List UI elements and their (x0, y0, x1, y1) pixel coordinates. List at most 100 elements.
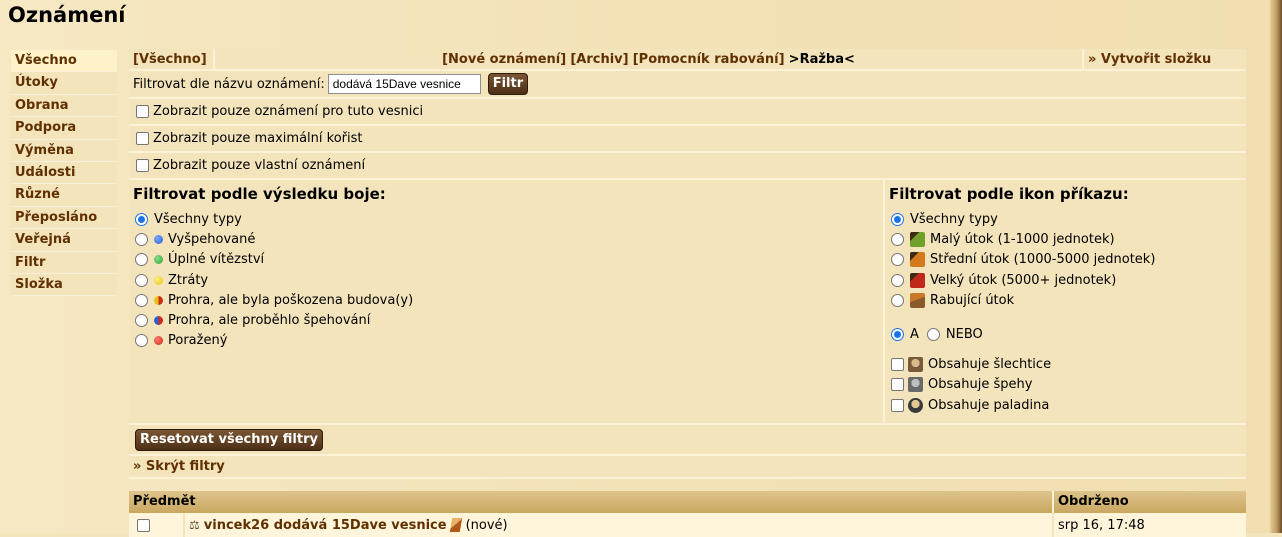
menu-item-events[interactable]: Události (11, 161, 117, 185)
spy-checkbox[interactable] (891, 378, 904, 392)
result-option-scouted: Vyšpehované (133, 229, 879, 249)
filter-columns: Filtrovat podle výsledku boje: Všechny t… (129, 180, 1246, 425)
row-select-checkbox[interactable] (137, 518, 150, 532)
result-label-scouted: Vyšpehované (168, 231, 256, 247)
menu-item-support[interactable]: Podpora (11, 117, 117, 140)
max-loot-label: Zobrazit pouze maximální kořist (153, 131, 363, 146)
reset-row: Resetovat všechny filtry (129, 425, 1246, 456)
icon-option-large: Velký útok (5000+ jednotek) (889, 270, 1242, 290)
this-village-checkbox[interactable] (136, 105, 149, 118)
icon-label-farm: Rabující útok (930, 292, 1015, 308)
result-label-defeated: Poražený (168, 333, 228, 349)
result-label-losses: Ztráty (168, 272, 209, 288)
result-radio-victory[interactable] (135, 253, 148, 267)
menu-item-defense[interactable]: Obrana (11, 94, 117, 118)
tab-all[interactable]: [Všechno] (133, 52, 207, 67)
result-filter-heading: Filtrovat podle výsledku boje: (133, 185, 386, 203)
and-or-toggle: A NEBO (889, 322, 1242, 346)
col-received: Obdrženo (1058, 494, 1129, 509)
tab-archive[interactable]: [Archiv] (570, 52, 628, 67)
check-row-own: Zobrazit pouze vlastní oznámení (129, 153, 1246, 180)
result-option-lost-building: Prohra, ale byla poškozena budova(y) (133, 290, 879, 310)
this-village-label: Zobrazit pouze oznámení pro tuto vesnici (153, 104, 424, 119)
result-radio-all[interactable] (135, 212, 148, 226)
blue-dot-icon (154, 234, 163, 244)
subject-cell: ⚖ vincek26 dodává 15Dave vesnice (nové) (185, 513, 1054, 537)
contains-noble: Obsahuje šlechtice (889, 354, 1242, 374)
hide-filters-link[interactable]: » Skrýt filtry (133, 459, 225, 474)
menu-item-public[interactable]: Veřejná (11, 229, 117, 252)
reset-filters-button[interactable]: Resetovat všechny filtry (135, 428, 323, 451)
filter-input[interactable] (327, 74, 481, 94)
paladin-checkbox[interactable] (891, 398, 904, 412)
menu-item-filter[interactable]: Filtr (11, 251, 117, 274)
or-radio[interactable] (926, 327, 940, 341)
filter-label: Filtrovat dle názvu oznámení: (133, 76, 325, 92)
reports-table-header: Předmět Obdrženo (129, 491, 1246, 513)
main-panel: [Všechno] [Nové oznámení] [Archiv] [Pomo… (129, 49, 1246, 537)
spy-label: Obsahuje špehy (928, 377, 1033, 393)
icon-option-farm: Rabující útok (889, 290, 1242, 310)
check-row-this-village: Zobrazit pouze oznámení pro tuto vesnici (129, 99, 1246, 126)
new-status: (nové) (465, 517, 508, 533)
rename-pencil-icon[interactable] (449, 518, 462, 532)
result-filter: Filtrovat podle výsledku boje: Všechny t… (129, 180, 885, 423)
small-attack-icon (910, 231, 925, 247)
name-filter-row: Filtrovat dle názvu oznámení: Filtr (129, 71, 1246, 99)
hide-filters-row: » Skrýt filtry (129, 456, 1246, 479)
create-folder-link[interactable]: » Vytvořit složku (1088, 52, 1211, 67)
menu-item-trade[interactable]: Výměna (11, 139, 117, 162)
result-label-victory: Úplné vítězství (168, 252, 265, 268)
table-row: ⚖ vincek26 dodává 15Dave vesnice (nové) … (129, 513, 1246, 537)
or-label: NEBO (945, 326, 983, 342)
tab-cell-center: [Nové oznámení] [Archiv] [Pomocník rabov… (215, 49, 1084, 69)
tab-loot-helper[interactable]: [Pomocník rabování] (633, 52, 785, 67)
red-blue-dot-icon (154, 316, 163, 326)
menu-item-attacks[interactable]: Útoky (11, 72, 117, 95)
check-row-max-loot: Zobrazit pouze maximální kořist (129, 126, 1246, 153)
result-radio-losses[interactable] (135, 273, 148, 287)
icon-option-small: Malý útok (1-1000 jednotek) (889, 229, 1242, 249)
report-subject-link[interactable]: vincek26 dodává 15Dave vesnice (204, 518, 447, 533)
icon-radio-farm[interactable] (891, 293, 904, 307)
result-option-lost-scouted: Prohra, ale proběhlo špehování (133, 310, 879, 330)
result-label-all: Všechny typy (154, 211, 242, 227)
paladin-label: Obsahuje paladina (928, 397, 1050, 413)
result-radio-lost-building[interactable] (135, 293, 148, 307)
noble-checkbox[interactable] (891, 358, 904, 372)
icon-label-medium: Střední útok (1000-5000 jednotek) (930, 252, 1156, 268)
menu-item-forwarded[interactable]: Přeposláno (11, 206, 117, 230)
select-cell (129, 513, 185, 537)
contains-spy: Obsahuje špehy (889, 375, 1242, 395)
result-radio-lost-scouted[interactable] (135, 314, 148, 328)
result-option-losses: Ztráty (133, 270, 879, 290)
red-yellow-dot-icon (154, 295, 163, 305)
tab-current: >Ražba< (788, 52, 855, 67)
icon-radio-large[interactable] (891, 273, 904, 287)
medium-attack-icon (910, 252, 925, 268)
menu-item-misc[interactable]: Různé (11, 184, 117, 207)
icon-radio-small[interactable] (891, 232, 904, 246)
own-reports-checkbox[interactable] (136, 159, 149, 172)
icon-label-all: Všechny typy (910, 211, 998, 227)
menu-item-all[interactable]: Všechno (11, 50, 117, 73)
icon-option-medium: Střední útok (1000-5000 jednotek) (889, 250, 1242, 270)
page-border (1270, 0, 1282, 533)
tab-bar: [Všechno] [Nové oznámení] [Archiv] [Pomo… (129, 49, 1246, 71)
tab-cell-all: [Všechno] (129, 49, 215, 69)
icon-filter-heading: Filtrovat podle ikon příkazu: (889, 185, 1129, 203)
max-loot-checkbox[interactable] (136, 132, 149, 145)
menu-item-folder[interactable]: Složka (11, 273, 117, 297)
result-label-lost-building: Prohra, ale byla poškozena budova(y) (168, 292, 414, 308)
tab-new[interactable]: [Nové oznámení] (442, 52, 566, 67)
icon-label-small: Malý útok (1-1000 jednotek) (930, 231, 1115, 247)
noble-label: Obsahuje šlechtice (928, 357, 1052, 373)
icon-radio-all[interactable] (891, 212, 904, 226)
result-radio-defeated[interactable] (135, 334, 148, 348)
result-radio-scouted[interactable] (135, 232, 148, 246)
and-radio[interactable] (891, 327, 904, 341)
filter-button[interactable]: Filtr (487, 73, 529, 95)
icon-radio-medium[interactable] (891, 253, 904, 267)
